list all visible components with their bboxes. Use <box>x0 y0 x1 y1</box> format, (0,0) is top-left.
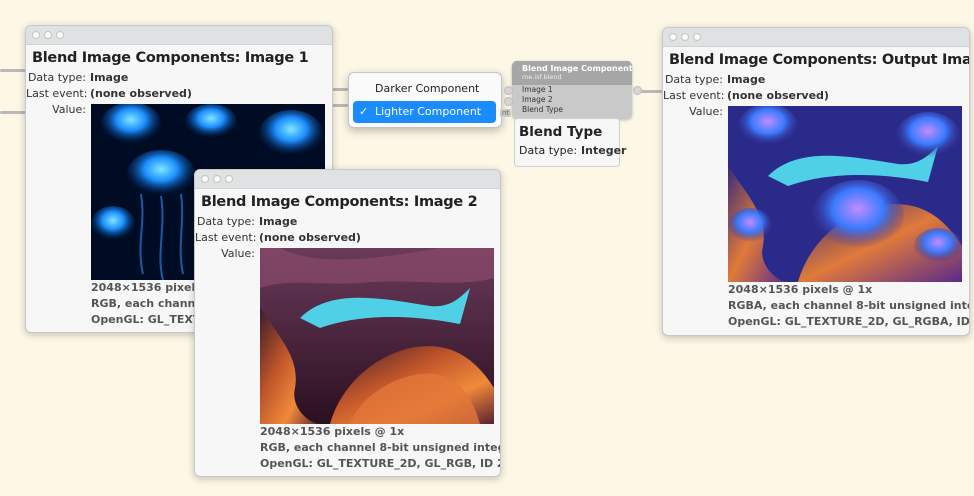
image-dimensions: 2048×1536 pixels @ 1x <box>260 425 405 438</box>
window-titlebar[interactable] <box>26 26 332 45</box>
image2-inspector-window[interactable]: Blend Image Components: Image 2 Data typ… <box>194 169 501 477</box>
port-blend-type[interactable]: Blend Type <box>512 105 632 115</box>
close-button[interactable] <box>201 175 209 183</box>
image-opengl: OpenGL: GL_TEXTURE_2D, GL_RGBA, ID 3 <box>728 315 970 328</box>
minimize-button[interactable] <box>44 31 52 39</box>
last-event-label: Last event: <box>26 87 88 100</box>
minimize-button[interactable] <box>213 175 221 183</box>
blend-image-components-node[interactable]: Blend Image Components me.isf.blend Imag… <box>512 61 632 119</box>
node-header[interactable]: Blend Image Components me.isf.blend <box>512 61 632 85</box>
data-type-row: Data type: Image <box>195 214 500 230</box>
input-port-dot[interactable] <box>504 97 513 106</box>
partial-port-label: nt <box>500 109 512 117</box>
data-type-label: Data type: <box>196 215 255 228</box>
close-button[interactable] <box>669 33 677 41</box>
data-type-value: Image <box>259 215 298 228</box>
port-image-1[interactable]: Image 1 <box>512 85 632 95</box>
last-event-value: (none observed) <box>259 231 361 244</box>
wire-menu-top <box>332 88 348 91</box>
blended-image-preview <box>728 106 962 282</box>
node-subtitle: me.isf.blend <box>522 73 562 81</box>
last-event-label: Last event: <box>663 89 725 102</box>
data-type-label: Data type: <box>664 73 723 86</box>
menu-item-darker-component[interactable]: Darker Component <box>353 78 496 100</box>
image-opengl: OpenGL: GL_TEXTURE_2D, GL_RGB, ID 2 <box>260 457 501 470</box>
zoom-button[interactable] <box>693 33 701 41</box>
value-label: Value: <box>52 103 86 116</box>
menu-item-label: Darker Component <box>375 82 480 95</box>
input-port-dot[interactable] <box>504 86 513 95</box>
last-event-row: Last event: (none observed) <box>26 86 332 102</box>
data-type-row: Data type: Image <box>26 70 332 86</box>
last-event-value: (none observed) <box>727 89 829 102</box>
last-event-row: Last event: (none observed) <box>195 230 500 246</box>
window-titlebar[interactable] <box>663 28 969 47</box>
blend-type-inspector[interactable]: Blend Type Data type: Integer <box>514 118 626 167</box>
window-title: Blend Image Components: Image 1 <box>32 50 309 66</box>
output-image-inspector-window[interactable]: Blend Image Components: Output Image Dat… <box>662 27 970 336</box>
menu-item-lighter-component[interactable]: ✓ Lighter Component <box>353 101 496 123</box>
wire-image2 <box>0 111 26 114</box>
data-type-label: Data type: <box>519 144 578 157</box>
data-type-label: Data type: <box>27 71 86 84</box>
blend-type-data-row: Data type: Integer <box>519 143 626 159</box>
canyon-image-preview <box>260 248 494 424</box>
zoom-button[interactable] <box>225 175 233 183</box>
data-type-value: Image <box>727 73 766 86</box>
last-event-row: Last event: (none observed) <box>663 88 969 104</box>
window-titlebar[interactable] <box>195 170 500 189</box>
data-type-value: Image <box>90 71 129 84</box>
value-label: Value: <box>689 105 723 118</box>
output-port-dot[interactable] <box>633 86 642 95</box>
node-title: Blend Image Components <box>522 64 632 73</box>
data-type-row: Data type: Image <box>663 72 969 88</box>
zoom-button[interactable] <box>56 31 64 39</box>
window-title: Blend Image Components: Image 2 <box>201 194 478 210</box>
close-button[interactable] <box>32 31 40 39</box>
blend-type-menu[interactable]: Darker Component ✓ Lighter Component <box>348 72 502 128</box>
port-image-2[interactable]: Image 2 <box>512 95 632 105</box>
blend-type-title: Blend Type <box>519 124 603 140</box>
image-format: RGB, each channel 8-bit unsigned integer <box>260 441 501 454</box>
wire-image1 <box>0 69 26 72</box>
menu-item-label: Lighter Component <box>375 105 482 118</box>
value-label: Value: <box>221 247 255 260</box>
minimize-button[interactable] <box>681 33 689 41</box>
window-title: Blend Image Components: Output Image <box>669 52 970 68</box>
data-type-value: Integer <box>581 144 627 157</box>
image-info: 2048×1536 pixels @ 1x RGB, each channel … <box>260 424 501 472</box>
image-dimensions: 2048×1536 pixels @ 1x <box>728 283 873 296</box>
image-info: 2048×1536 pixels @ 1x RGBA, each channel… <box>728 282 970 330</box>
last-event-label: Last event: <box>195 231 257 244</box>
image-format: RGBA, each channel 8-bit unsigned intege… <box>728 299 970 312</box>
last-event-value: (none observed) <box>90 87 192 100</box>
checkmark-icon: ✓ <box>359 105 369 118</box>
wire-menu-bottom <box>332 104 348 107</box>
